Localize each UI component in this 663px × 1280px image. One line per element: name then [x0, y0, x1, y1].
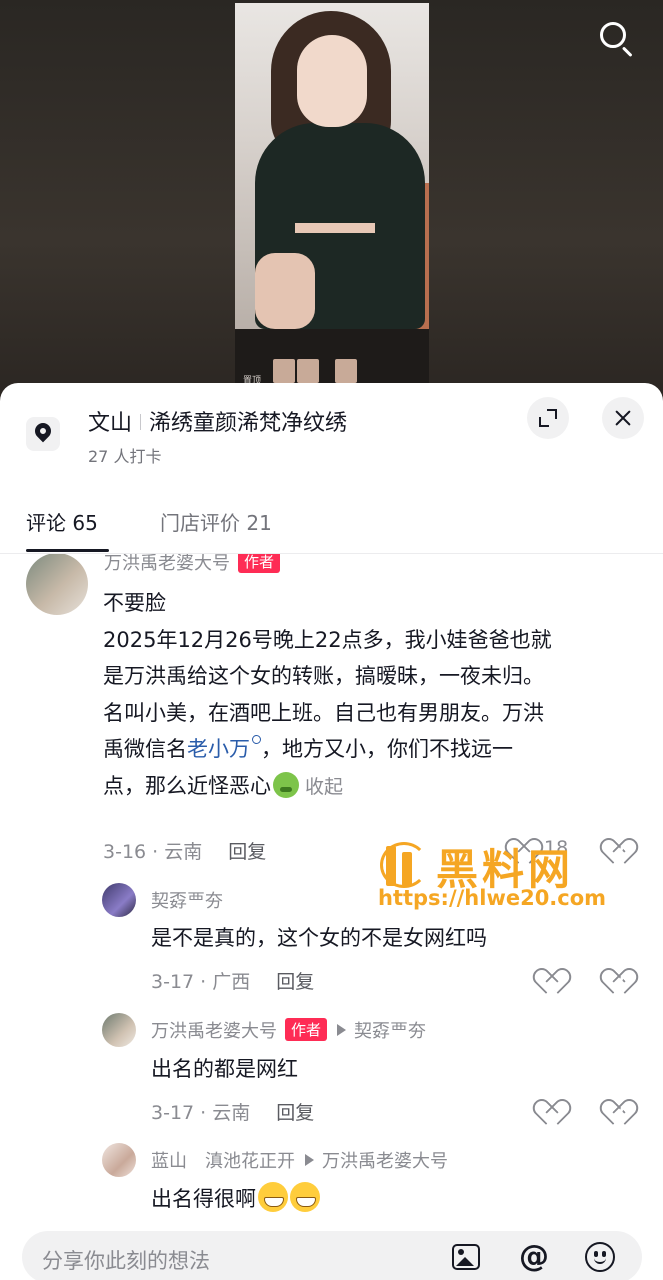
watermark: 黑料网 https://hlwe20.com — [378, 840, 663, 910]
comment-line: 是万洪禹给这个女的转账，搞暧昧，一夜未归。 — [103, 664, 544, 688]
search-icon-handle — [621, 46, 633, 58]
close-button[interactable] — [602, 397, 644, 439]
grin-emoji-icon — [290, 1182, 320, 1212]
comment-line: 名叫小美，在酒吧上班。自己也有男朋友。万洪 — [103, 700, 544, 725]
author-name: 万洪禹老婆大号 — [151, 1021, 277, 1042]
dislike-icon[interactable] — [607, 1101, 635, 1127]
nauseated-emoji-icon — [273, 771, 299, 798]
watermark-url: https://hlwe20.com — [378, 886, 607, 910]
reply-to-name: 契孬覀夯 — [354, 1021, 427, 1042]
expand-button[interactable] — [527, 397, 569, 439]
location-city: 文山 — [88, 411, 133, 436]
photo-face — [297, 35, 367, 127]
crack-mark — [616, 1105, 625, 1121]
comment-input-bar: 分享你此刻的想法 @ — [0, 1219, 663, 1280]
image-sun — [458, 1249, 464, 1255]
collapse-link[interactable]: 收起 — [305, 776, 343, 798]
reply-button[interactable]: 回复 — [276, 1102, 314, 1124]
reply-text: 出名的都是网红 — [151, 1057, 298, 1081]
avatar[interactable] — [102, 883, 136, 917]
emoji-face — [585, 1242, 615, 1272]
photo-leg — [255, 253, 315, 329]
crack-mark — [616, 974, 625, 990]
search-button[interactable] — [594, 18, 638, 62]
reply-button[interactable]: 回复 — [228, 841, 266, 863]
emoji-icon[interactable] — [584, 1241, 616, 1273]
reply-arrow-icon — [305, 1154, 314, 1166]
reply-date-region: 3-17 · 云南 — [151, 1102, 251, 1124]
pin-shape — [31, 419, 55, 443]
comment-meta: 3-16 · 云南 回复 — [103, 837, 266, 864]
location-shop: 浠绣童颜浠梵净纹绣 — [149, 411, 348, 436]
grin-emoji-icon — [258, 1182, 288, 1212]
video-preview[interactable] — [235, 3, 429, 329]
comment-segment: ，地方又小，你们不找远一 — [261, 737, 513, 761]
emoji-eye — [602, 1251, 606, 1257]
checkin-count: 27 人打卡 — [88, 447, 162, 466]
author-badge: 作者 — [285, 1018, 328, 1041]
comment-segment: 禹微信名 — [103, 737, 187, 761]
reply-to-name: 万洪禹老婆大号 — [322, 1151, 448, 1172]
logo-bar — [402, 852, 412, 886]
comment-date-region: 3-16 · 云南 — [103, 841, 203, 863]
reply-button[interactable]: 回复 — [276, 971, 314, 993]
reply-author[interactable]: 蓝山 滇池花正开 万洪禹老婆大号 — [151, 1147, 448, 1173]
image-mountain — [456, 1257, 474, 1266]
watermark-logo-icon — [378, 840, 434, 890]
reply-meta: 3-17 · 广西 回复 — [151, 967, 314, 994]
title-separator — [140, 414, 142, 430]
reply-date-region: 3-17 · 广西 — [151, 971, 251, 993]
comment-input-placeholder: 分享你此刻的想法 — [42, 1249, 210, 1273]
photo-waist — [295, 223, 375, 233]
thumbnail[interactable] — [297, 359, 319, 383]
comment-input[interactable]: 分享你此刻的想法 @ — [22, 1231, 642, 1280]
location-pin-icon — [26, 417, 60, 451]
location-sheet: 文山 浠绣童颜浠梵净纹绣 27 人打卡 评论 65 门店评价 21 万洪禹老婆大号… — [0, 383, 663, 1280]
avatar[interactable] — [102, 1013, 136, 1047]
search-link[interactable]: 老小万 — [187, 737, 250, 761]
comment-segment: 点，那么近怪恶心 — [103, 773, 271, 798]
thumbnail[interactable] — [335, 359, 357, 383]
reply-text: 出名得很啊 — [151, 1181, 320, 1218]
tab-store-reviews[interactable]: 门店评价 21 — [160, 507, 272, 536]
reply-meta: 3-17 · 云南 回复 — [151, 1098, 314, 1125]
reply-text-content: 出名得很啊 — [151, 1187, 256, 1211]
thumbnail[interactable] — [273, 359, 295, 383]
comment-line: 2025年12月26号晚上22点多，我小娃爸爸也就 — [103, 627, 552, 652]
search-icon — [600, 22, 626, 48]
avatar[interactable] — [102, 1143, 136, 1177]
location-title[interactable]: 文山 浠绣童颜浠梵净纹绣 — [88, 405, 347, 437]
dislike-icon[interactable] — [607, 970, 635, 996]
heart-icon[interactable] — [540, 1101, 568, 1127]
avatar[interactable] — [26, 554, 88, 615]
reply-author[interactable]: 契孬覀夯 — [151, 887, 223, 913]
search-link-icon — [252, 735, 261, 744]
image-icon[interactable] — [450, 1241, 482, 1273]
author-name: 蓝山 滇池花正开 — [151, 1151, 295, 1172]
emoji-eye — [594, 1251, 598, 1257]
at-icon[interactable]: @ — [518, 1241, 550, 1273]
reply-author[interactable]: 万洪禹老婆大号 作者 契孬覀夯 — [151, 1017, 426, 1043]
comment-line: 不要脸 — [103, 591, 166, 615]
comment-author[interactable]: 万洪禹老婆大号 作者 — [104, 554, 281, 575]
comment-line: 禹微信名老小万 ，地方又小，你们不找远一 — [103, 731, 643, 768]
active-tab-indicator — [26, 549, 109, 552]
reply-text: 是不是真的，这个女的不是女网红吗 — [151, 926, 487, 950]
comment-line: 点，那么近怪恶心 收起 — [103, 768, 643, 806]
reply-arrow-icon — [337, 1024, 347, 1036]
comment-text: 不要脸 2025年12月26号晚上22点多，我小娃爸爸也就 是万洪禹给这个女的转… — [103, 585, 643, 805]
author-badge: 作者 — [238, 554, 281, 573]
thumbnail-strip: 置顶 — [235, 329, 429, 389]
logo-bar — [386, 846, 396, 886]
tab-comments[interactable]: 评论 65 — [26, 507, 98, 536]
heart-icon[interactable] — [540, 970, 568, 996]
author-name: 万洪禹老婆大号 — [104, 554, 230, 574]
expand-icon — [539, 409, 557, 427]
